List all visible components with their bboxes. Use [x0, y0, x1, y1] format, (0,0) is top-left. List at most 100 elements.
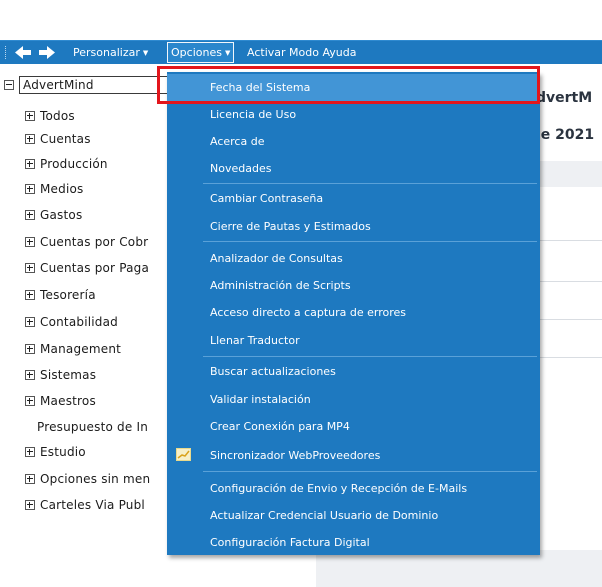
- menu-item-configuracion-factura-digital[interactable]: Configuración Factura Digital: [167, 529, 540, 556]
- expand-icon[interactable]: [25, 237, 35, 247]
- expand-icon[interactable]: [25, 134, 35, 144]
- menu-separator: [203, 356, 537, 357]
- tree-item-label: Todos: [40, 109, 75, 123]
- divider: [538, 319, 602, 320]
- date-fragment: le 2021: [536, 127, 595, 143]
- tree-item-management[interactable]: Management: [25, 340, 121, 358]
- expand-icon[interactable]: [25, 317, 35, 327]
- tree-item-label: Cuentas por Paga: [40, 261, 150, 275]
- expand-icon[interactable]: [25, 474, 35, 484]
- menu-item-label: Cambiar Contraseña: [210, 192, 324, 205]
- expand-icon[interactable]: [25, 290, 35, 300]
- menu-item-label: Fecha del Sistema: [210, 81, 311, 94]
- menu-personalizar[interactable]: Personalizar ▼: [73, 45, 148, 61]
- tree-item-label: Medios: [40, 182, 84, 196]
- expand-icon[interactable]: [25, 500, 35, 510]
- expand-icon[interactable]: [25, 344, 35, 354]
- tree-item-label: Estudio: [40, 445, 86, 459]
- divider: [538, 281, 602, 282]
- tree-item-medios[interactable]: Medios: [25, 180, 83, 198]
- app-window: Personalizar ▼ Opciones ▼ Activar Modo Ayu…: [0, 0, 602, 587]
- tree-item-tesoreria[interactable]: Tesorería: [25, 286, 96, 304]
- tree-item-label: Carteles Via Publ: [40, 498, 145, 512]
- tree-item-maestros[interactable]: Maestros: [25, 392, 96, 410]
- menu-item-administracion-de-scripts[interactable]: Administración de Scripts: [167, 272, 540, 299]
- expand-icon[interactable]: [25, 370, 35, 380]
- arrow-right-icon[interactable]: [38, 45, 56, 60]
- toolbar-grip[interactable]: [5, 46, 8, 59]
- tree-item-label: Gastos: [40, 208, 83, 222]
- chevron-down-icon: ▼: [224, 49, 231, 57]
- menu-activar-modo-ayuda-label: Activar Modo Ayuda: [247, 46, 357, 59]
- menu-item-label: Licencia de Uso: [210, 108, 297, 121]
- options-dropdown-menu: Fecha del Sistema Licencia de Uso Acerca…: [167, 72, 540, 555]
- tree-item-cuentas-por-pagar[interactable]: Cuentas por Paga: [25, 259, 149, 277]
- menu-item-label: Configuración de Envio y Recepción de E-…: [210, 482, 468, 495]
- tree-root[interactable]: AdvertMind: [4, 76, 173, 94]
- menu-item-llenar-traductor[interactable]: Llenar Traductor: [167, 327, 540, 354]
- menu-item-actualizar-credencial[interactable]: Actualizar Credencial Usuario de Dominio: [167, 502, 540, 529]
- expand-icon[interactable]: [25, 210, 35, 220]
- menu-item-fecha-del-sistema[interactable]: Fecha del Sistema: [167, 74, 540, 101]
- tree-item-label: Management: [40, 342, 122, 356]
- menu-item-novedades[interactable]: Novedades: [167, 155, 540, 182]
- expand-icon[interactable]: [25, 111, 35, 121]
- menu-item-label: Configuración Factura Digital: [210, 536, 370, 549]
- tree-item-cuentas[interactable]: Cuentas: [25, 130, 91, 148]
- menu-opciones[interactable]: Opciones ▼: [167, 42, 235, 63]
- expand-icon[interactable]: [25, 396, 35, 406]
- tree-item-cuentas-por-cobrar[interactable]: Cuentas por Cobr: [25, 233, 148, 251]
- menu-activar-modo-ayuda[interactable]: Activar Modo Ayuda: [247, 45, 356, 60]
- menu-personalizar-label: Personalizar: [73, 46, 140, 59]
- menu-item-label: Administración de Scripts: [210, 279, 351, 292]
- header-band: [538, 161, 602, 187]
- tree-item-label: Presupuesto de In: [37, 420, 149, 434]
- main-toolbar: Personalizar ▼ Opciones ▼ Activar Modo Ayu…: [0, 40, 602, 64]
- tree-item-carteles-via-publica[interactable]: Carteles Via Publ: [25, 496, 145, 514]
- tree-item-presupuesto[interactable]: Presupuesto de In: [37, 418, 148, 436]
- tree-item-sistemas[interactable]: Sistemas: [25, 366, 96, 384]
- menu-item-acceso-directo-errores[interactable]: Acceso directo a captura de errores: [167, 299, 540, 326]
- menu-item-label: Analizador de Consultas: [210, 252, 343, 265]
- chart-line-icon: [176, 448, 191, 461]
- menu-separator: [203, 183, 537, 184]
- menu-item-label: Sincronizador WebProveedores: [210, 449, 381, 462]
- tree-item-label: Cuentas por Cobr: [40, 235, 149, 249]
- menu-separator: [203, 241, 537, 242]
- menu-item-crear-conexion-mp4[interactable]: Crear Conexión para MP4: [167, 413, 540, 440]
- expand-icon[interactable]: [25, 159, 35, 169]
- menu-item-sincronizador-webproveedores[interactable]: Sincronizador WebProveedores: [167, 442, 540, 469]
- menu-item-analizador-de-consultas[interactable]: Analizador de Consultas: [167, 245, 540, 272]
- tree-item-opciones-sin-menu[interactable]: Opciones sin men: [25, 470, 150, 488]
- menu-separator: [203, 471, 537, 472]
- menu-item-buscar-actualizaciones[interactable]: Buscar actualizaciones: [167, 358, 540, 385]
- divider: [538, 357, 602, 358]
- menu-item-configuracion-emails[interactable]: Configuración de Envio y Recepción de E-…: [167, 475, 540, 502]
- collapse-icon[interactable]: [4, 80, 14, 90]
- tree-item-gastos[interactable]: Gastos: [25, 206, 82, 224]
- menu-item-validar-instalacion[interactable]: Validar instalación: [167, 386, 540, 413]
- menu-item-label: Actualizar Credencial Usuario de Dominio: [210, 509, 439, 522]
- tree-item-label: Opciones sin men: [40, 472, 151, 486]
- tree-item-label: Maestros: [40, 394, 96, 408]
- expand-icon[interactable]: [25, 447, 35, 457]
- chevron-down-icon: ▼: [142, 49, 149, 57]
- menu-item-label: Acerca de: [210, 135, 265, 148]
- tree-item-produccion[interactable]: Producción: [25, 155, 108, 173]
- tree-item-label: Tesorería: [40, 288, 96, 302]
- tree-item-todos[interactable]: Todos: [25, 107, 75, 125]
- menu-item-cambiar-contrasena[interactable]: Cambiar Contraseña: [167, 185, 540, 212]
- arrow-left-icon[interactable]: [14, 45, 32, 60]
- menu-item-label: Cierre de Pautas y Estimados: [210, 220, 371, 233]
- menu-item-label: Acceso directo a captura de errores: [210, 306, 407, 319]
- tree-item-estudio[interactable]: Estudio: [25, 443, 86, 461]
- tree-item-label: Producción: [40, 157, 108, 171]
- menu-item-acerca-de[interactable]: Acerca de: [167, 128, 540, 155]
- tree-item-contabilidad[interactable]: Contabilidad: [25, 313, 118, 331]
- menu-opciones-label: Opciones: [171, 46, 222, 59]
- expand-icon[interactable]: [25, 184, 35, 194]
- menu-item-cierre-de-pautas[interactable]: Cierre de Pautas y Estimados: [167, 213, 540, 240]
- expand-icon[interactable]: [25, 263, 35, 273]
- menu-item-label: Validar instalación: [210, 393, 311, 406]
- menu-item-licencia-de-uso[interactable]: Licencia de Uso: [167, 101, 540, 128]
